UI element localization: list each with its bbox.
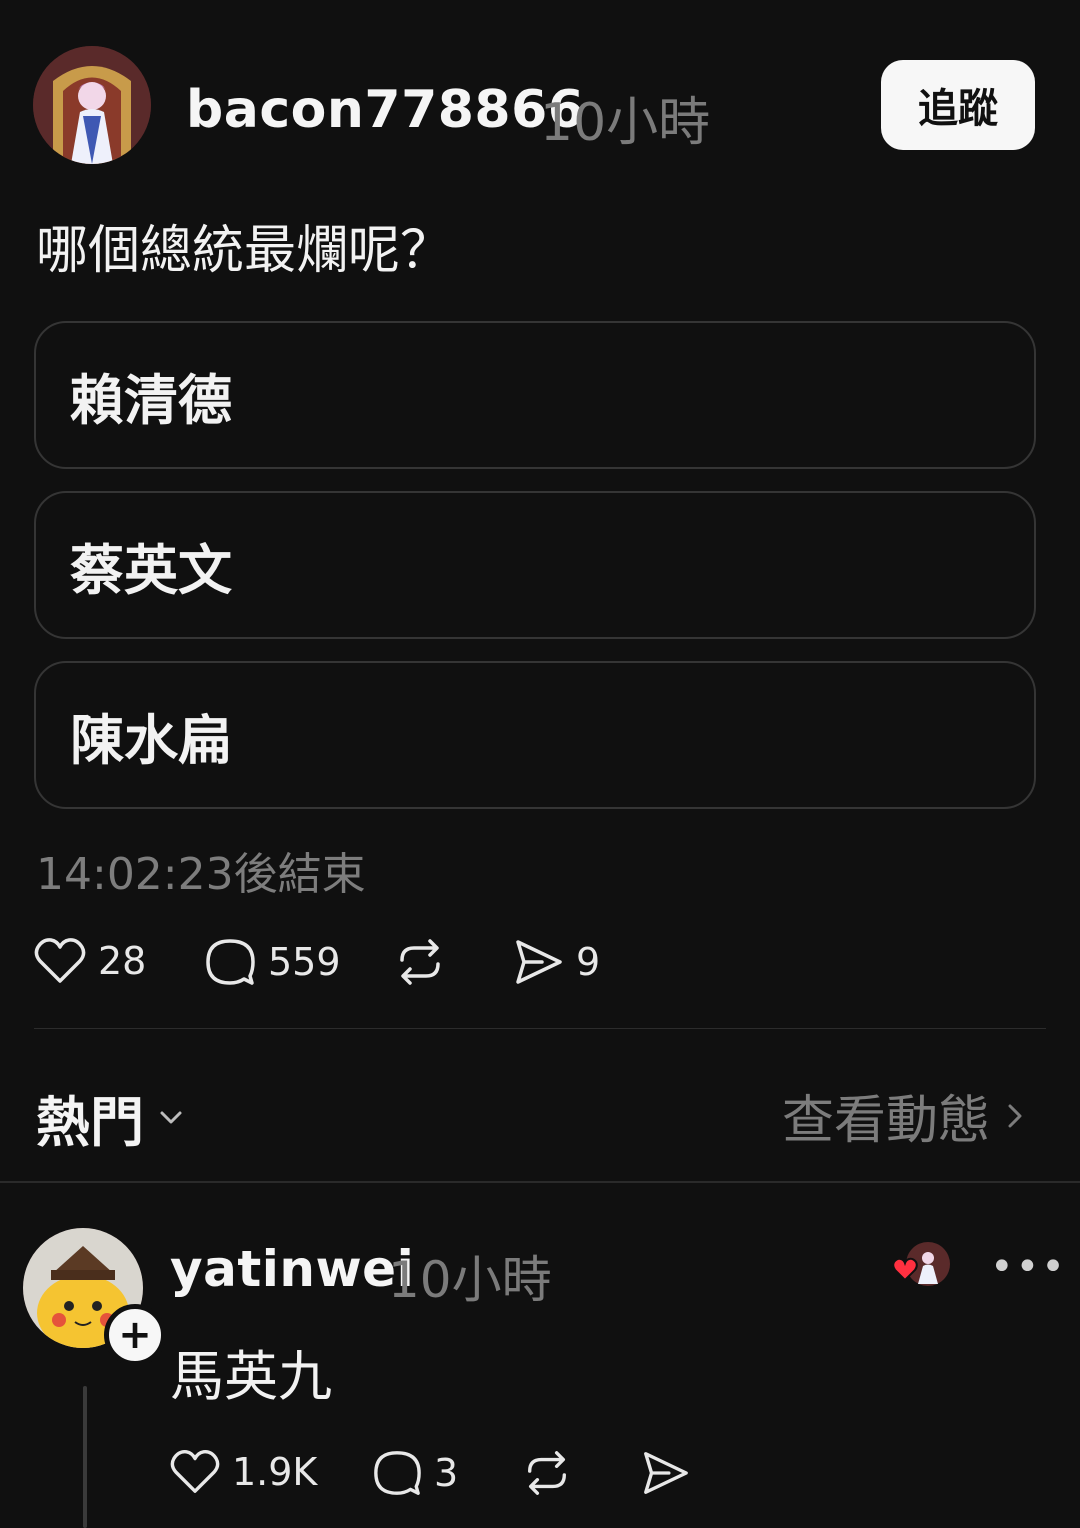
sort-dropdown[interactable]: 熱門 [36,1078,188,1157]
more-options-button[interactable]: ••• [990,1244,1067,1290]
more-icon: ••• [990,1244,1067,1290]
reply-comment-button[interactable]: 3 [372,1448,458,1498]
comment-button[interactable]: 559 [204,936,341,988]
sort-label: 熱門 [36,1091,144,1154]
author-liked-indicator [892,1240,952,1296]
reply-share-button[interactable] [640,1448,690,1498]
reply-like-count: 1.9K [232,1450,318,1494]
reply-text: 馬英九 [170,1345,332,1408]
share-count: 9 [576,940,601,984]
author-liked-icon [892,1242,950,1286]
poll-countdown: 14:02:23後結束 [36,849,366,900]
repost-icon [528,1451,566,1495]
author-avatar-image [33,46,151,164]
reply-timestamp: 10小時 [388,1251,552,1309]
poll-option-2[interactable]: 蔡英文 [34,491,1036,639]
poll-option-3[interactable]: 陳水扁 [34,661,1036,809]
divider [34,1028,1046,1029]
heart-icon [34,938,86,983]
like-button[interactable]: 28 [34,936,146,986]
follow-button[interactable]: 追蹤 [881,60,1035,150]
thread-line [83,1386,87,1528]
heart-icon [170,1450,220,1493]
post-text: 哪個總統最爛呢？ [36,221,453,281]
author-username[interactable]: bacon778866 [186,80,584,140]
activity-link-label: 查看動態 [781,1091,990,1151]
author-avatar[interactable] [33,46,151,164]
comment-bubble-icon [206,939,255,985]
send-icon [644,1452,688,1494]
follow-plus-button[interactable]: + [104,1304,166,1366]
share-button[interactable]: 9 [512,936,600,988]
repost-button[interactable] [394,936,446,988]
reply-username[interactable]: yatinwei [170,1240,414,1298]
chevron-right-icon [1008,1104,1022,1127]
chevron-down-icon [160,1111,182,1123]
poll-option-1[interactable]: 賴清德 [34,321,1036,469]
like-count: 28 [98,939,147,983]
repost-icon [400,939,440,985]
view-activity-link[interactable]: 查看動態 [782,1078,1030,1153]
comment-count: 559 [268,940,341,984]
reply-repost-button[interactable] [522,1448,572,1498]
reply-like-button[interactable]: 1.9K [170,1448,317,1496]
section-divider [0,1181,1080,1183]
send-icon [516,940,562,984]
plus-icon: + [118,1312,152,1358]
post-timestamp: 10小時 [540,93,711,153]
comment-bubble-icon [374,1451,421,1495]
reply-comment-count: 3 [434,1451,459,1495]
